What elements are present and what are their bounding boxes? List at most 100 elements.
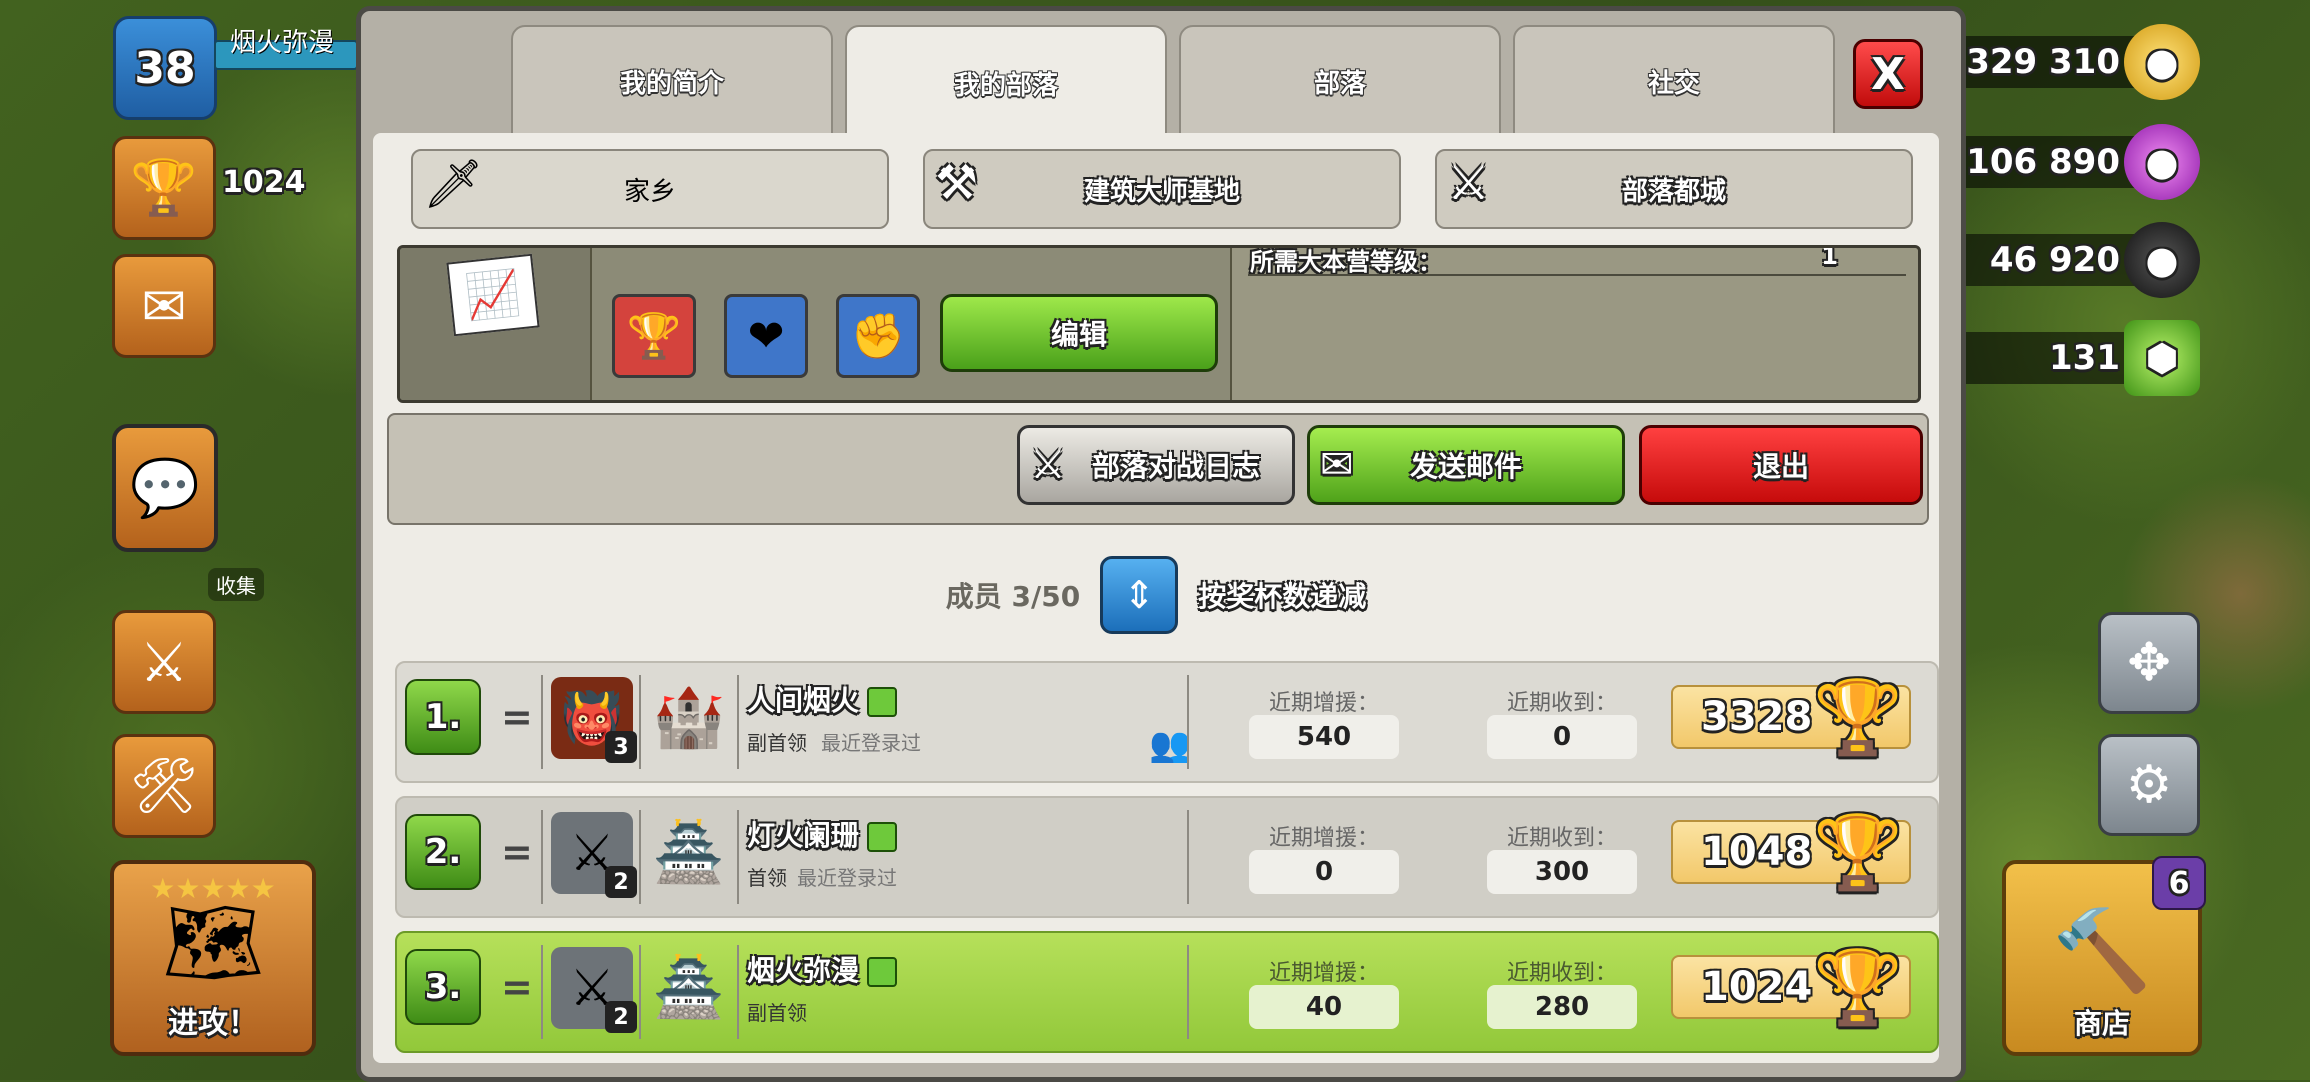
member-name-text: 灯火阑珊 (747, 819, 860, 852)
subtab-bar: 🗡 家乡 ⚒ 建筑大师基地 ⚔ 部落都城 (411, 149, 1913, 229)
map-icon: 🗺 (162, 896, 264, 989)
member-role: 副首领 (747, 731, 807, 755)
send-mail-label: 发送邮件 (1409, 450, 1522, 483)
tab-social[interactable]: 社交 (1513, 25, 1835, 137)
rank-badge: 3. (405, 949, 481, 1025)
member-name: 人间烟火 (747, 679, 898, 719)
tab-clans[interactable]: 部落 (1179, 25, 1501, 137)
war-button[interactable]: ⚔ (112, 610, 216, 714)
divider (1187, 675, 1189, 769)
member-row[interactable]: 2. = ⚔ 2 🏯 灯火阑珊 首领 最近登录过 近期增援： 0 近期收到： 3… (395, 796, 1939, 918)
divider (639, 810, 641, 904)
trophy-filter-button[interactable]: 🏆 (612, 294, 696, 378)
leave-button[interactable]: 退出 (1639, 425, 1923, 505)
divider (737, 675, 739, 769)
builder-icon: 🛠 (129, 754, 199, 817)
member-name: 灯火阑珊 (747, 814, 898, 854)
divider (1187, 810, 1189, 904)
friend-icon[interactable]: 👥 (1149, 725, 1191, 765)
donated-value: 0 (1249, 850, 1399, 894)
attack-stars: ★★★★★ (150, 872, 276, 905)
received-label: 近期收到： (1506, 826, 1617, 851)
chat-button[interactable]: 💬 (112, 424, 218, 552)
donated-value: 540 (1249, 715, 1399, 759)
last-login: 最近登录过 (797, 866, 897, 890)
rank-badge: 2. (405, 814, 481, 890)
member-count: 成员 3/50 (945, 580, 1081, 613)
trophy-score-text: 1048 (1701, 829, 1813, 875)
league-icon: ⚔ 2 (551, 812, 637, 898)
league-icon: 👹 3 (551, 677, 637, 763)
edit-button[interactable]: 编辑 (940, 294, 1218, 372)
sort-button[interactable]: ⇕ (1100, 556, 1179, 634)
mail-icon: ✉ (1320, 442, 1354, 488)
divider (541, 945, 543, 1039)
mail-icon: ✉ (141, 274, 187, 338)
gear-icon: ⚙ (2125, 755, 2173, 815)
subtab-builder-base[interactable]: ⚒ 建筑大师基地 (923, 149, 1401, 229)
list-icon (867, 687, 898, 717)
heart-filter-button[interactable]: ❤ (724, 294, 808, 378)
divider (639, 945, 641, 1039)
donated-label: 近期增援： (1268, 961, 1379, 986)
crossed-swords-icon: ⚔ (139, 630, 189, 694)
edit-layout-button[interactable]: ✥ (2098, 612, 2200, 714)
trophy-count: 1024 (222, 165, 306, 200)
gold-icon: ● (2124, 24, 2200, 100)
trophy-score-text: 1024 (1701, 964, 1813, 1010)
close-button[interactable]: X (1853, 39, 1923, 109)
list-icon (867, 957, 898, 987)
sort-icon: ⇕ (1123, 573, 1156, 617)
send-mail-button[interactable]: ✉ 发送邮件 (1307, 425, 1625, 505)
member-role: 副首领 (747, 1001, 807, 1025)
shop-button[interactable]: 6 🔨 商店 (2002, 856, 2206, 1056)
builder-base-button[interactable]: 🛠 (112, 734, 216, 838)
gem-amount: 131 (2049, 338, 2120, 378)
trophy-icon: 🏆 (1813, 675, 1903, 759)
member-row[interactable]: 1. = 👹 3 🏰 人间烟火 副首领 最近登录过 👥 近期增援： 540 近期… (395, 661, 1939, 783)
trophy-score: 1048 🏆 (1671, 810, 1911, 894)
leave-label: 退出 (1752, 450, 1809, 483)
received-value: 0 (1487, 715, 1637, 759)
league-level: 2 (605, 866, 637, 898)
war-log-label: 部落对战日志 (1091, 450, 1260, 483)
level-badge[interactable]: 38 (113, 16, 217, 120)
war-log-button[interactable]: ⚔ 部落对战日志 (1017, 425, 1295, 505)
crossed-swords-icon: ⚔ (1447, 155, 1491, 211)
attack-label: 进攻！ (168, 1006, 258, 1041)
league-level: 2 (605, 1001, 637, 1033)
panel-content: 🗡 家乡 ⚒ 建筑大师基地 ⚔ 部落都城 📈 🏆 ❤ ✊ 编辑 所需大本营等级：… (373, 133, 1939, 1063)
settings-button[interactable]: ⚙ (2098, 734, 2200, 836)
move-icon: ✥ (2127, 633, 2171, 693)
trophy-icon: 🏆 (626, 311, 682, 362)
league-level: 3 (605, 731, 637, 763)
shop-badge: 6 (2152, 856, 2206, 910)
required-th-value: 1 (1821, 245, 1838, 270)
donated-label: 近期增援： (1268, 826, 1379, 851)
trophy-icon: 🏆 (130, 156, 198, 219)
clan-panel: 我的简介 我的部落 部落 社交 X 🗡 家乡 ⚒ 建筑大师基地 ⚔ 部落都城 📈 (356, 6, 1966, 1082)
townhall-icon: 🏰 (652, 682, 726, 751)
tab-my-profile[interactable]: 我的简介 (511, 25, 833, 137)
divider (639, 675, 641, 769)
trophy-score: 1024 🏆 (1671, 945, 1911, 1029)
sort-label: 按奖杯数递减 (1198, 580, 1367, 613)
mail-button[interactable]: ✉ (112, 254, 216, 358)
trophy-icon: 🏆 (1813, 945, 1903, 1029)
received-value: 280 (1487, 985, 1637, 1029)
member-role: 首领 (747, 866, 787, 890)
required-th-label: 所需大本营等级： (1250, 248, 1442, 276)
subtab-clan-capital[interactable]: ⚔ 部落都城 (1435, 149, 1913, 229)
clan-badge-area: 📈 (400, 248, 592, 400)
attack-button[interactable]: ★★★★★ 🗺 进攻！ (110, 860, 316, 1056)
tab-my-clan[interactable]: 我的部落 (845, 25, 1167, 141)
shop-label: 商店 (2073, 1007, 2130, 1040)
trophy-button[interactable]: 🏆 (112, 136, 216, 240)
member-row[interactable]: 3. = ⚔ 2 🏯 烟火弥漫 副首领 近期增援： 40 近期收到： 280 1… (395, 931, 1939, 1053)
subtab-home[interactable]: 🗡 家乡 (411, 149, 889, 229)
divider (1248, 274, 1906, 276)
collect-label[interactable]: 收集 (208, 568, 264, 601)
subtab-builder-label: 建筑大师基地 (1083, 176, 1240, 207)
fist-filter-button[interactable]: ✊ (836, 294, 920, 378)
close-icon: X (1871, 48, 1905, 100)
